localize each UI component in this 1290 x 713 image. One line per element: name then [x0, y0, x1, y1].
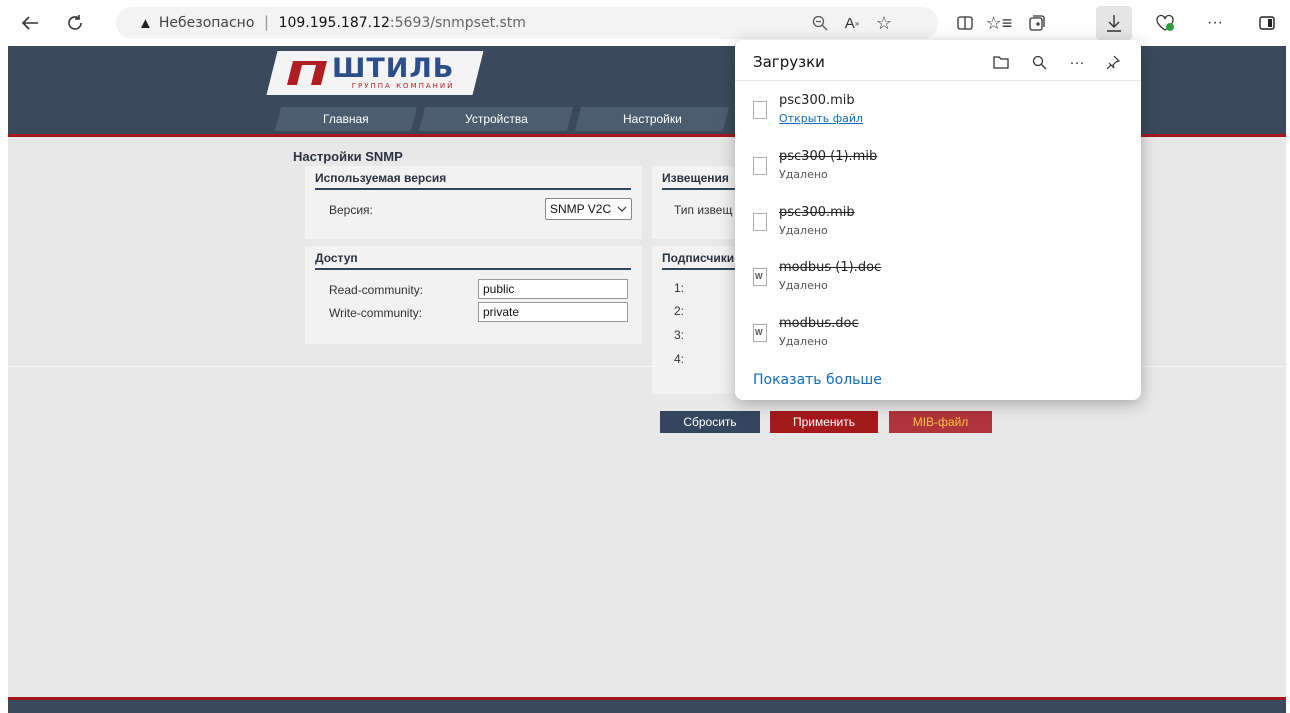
collections-icon[interactable]: [1023, 9, 1051, 37]
download-status: Удалено: [779, 168, 828, 181]
subscriber-label: 2:: [674, 304, 685, 318]
write-community-input[interactable]: private: [478, 302, 628, 322]
file-icon: [753, 213, 767, 231]
read-community-input[interactable]: public: [478, 279, 628, 299]
download-file-name: modbus.doc: [779, 316, 859, 331]
download-file-name: psc300.mib: [779, 93, 855, 108]
download-file-name: psc300 (1).mib: [779, 149, 878, 164]
subscriber-label: 3:: [674, 328, 685, 342]
download-file-name: modbus (1).doc: [779, 260, 882, 275]
site-footer: [8, 697, 1286, 713]
nav-tab-home[interactable]: Главная: [275, 107, 417, 131]
file-icon: [753, 157, 767, 175]
mib-file-button[interactable]: MIB-файл: [889, 411, 992, 433]
download-status: Удалено: [779, 279, 828, 292]
download-status: Удалено: [779, 335, 828, 348]
download-item[interactable]: psc300.mib Удалено: [735, 205, 1141, 255]
back-icon[interactable]: [16, 9, 44, 37]
more-icon[interactable]: ···: [1201, 9, 1229, 37]
open-file-link[interactable]: Открыть файл: [779, 112, 863, 125]
subscriber-label: 4:: [674, 352, 685, 366]
logo-word: ШТИЛЬ: [332, 53, 455, 84]
reset-button[interactable]: Сбросить: [660, 411, 760, 433]
split-screen-icon[interactable]: [951, 9, 979, 37]
doc-file-icon: [753, 324, 767, 342]
download-item[interactable]: modbus (1).doc Удалено: [735, 260, 1141, 310]
warning-icon: ▲: [138, 14, 153, 32]
chevron-down-icon: [617, 206, 627, 212]
open-folder-icon[interactable]: [989, 50, 1013, 74]
nav-tab-label: Главная: [323, 112, 369, 126]
search-icon[interactable]: [1027, 50, 1051, 74]
url-host: 109.195.187.12: [278, 15, 390, 31]
doc-file-icon: [753, 268, 767, 286]
show-more-link[interactable]: Показать больше: [753, 372, 882, 388]
notification-type-label: Тип извещ: [674, 203, 733, 217]
address-separator: |: [264, 14, 269, 31]
pin-icon[interactable]: [1100, 50, 1124, 74]
download-item[interactable]: modbus.doc Удалено: [735, 316, 1141, 366]
nav-tab-label: Устройства: [464, 112, 528, 126]
flyout-separator: [735, 80, 1141, 81]
subscriber-label: 1:: [674, 281, 685, 295]
more-options-icon[interactable]: ···: [1065, 50, 1089, 74]
downloads-title: Загрузки: [753, 53, 825, 71]
nav-tab-settings[interactable]: Настройки: [575, 107, 729, 131]
favorites-list-icon[interactable]: ☆≡: [985, 9, 1013, 37]
read-community-label: Read-community:: [329, 283, 424, 297]
sidebar-icon[interactable]: [1253, 9, 1281, 37]
apply-button[interactable]: Применить: [770, 411, 878, 433]
page-title: Настройки SNMP: [293, 149, 403, 164]
download-item[interactable]: psc300.mib Открыть файл: [735, 93, 1141, 143]
write-community-label: Write-community:: [329, 306, 423, 320]
logo-mark-icon: [287, 61, 327, 85]
performance-icon[interactable]: [1151, 9, 1179, 37]
version-select-value: SNMP V2C: [550, 202, 612, 216]
url-path: :5693/snmpset.stm: [389, 15, 526, 31]
security-label: Небезопасно: [158, 15, 255, 31]
reload-icon[interactable]: [61, 9, 89, 37]
access-heading: Доступ: [315, 251, 631, 270]
download-item[interactable]: psc300 (1).mib Удалено: [735, 149, 1141, 199]
favorite-icon[interactable]: ☆: [870, 9, 898, 37]
nav-tab-label: Настройки: [622, 112, 682, 126]
site-logo[interactable]: ШТИЛЬ ГРУППА КОМПАНИЙ: [266, 51, 484, 95]
nav-tab-devices[interactable]: Устройства: [419, 107, 573, 131]
download-status: Удалено: [779, 224, 828, 237]
version-select[interactable]: SNMP V2C: [545, 198, 633, 220]
version-label: Версия:: [329, 203, 373, 217]
downloads-flyout: Загрузки ··· psc300.mib Открыть файл psc…: [735, 40, 1141, 400]
version-panel: Используемая версия Версия: SNMP V2C: [305, 166, 642, 239]
download-file-name: psc300.mib: [779, 205, 855, 220]
download-icon[interactable]: [1100, 9, 1128, 37]
access-panel: Доступ Read-community: public Write-comm…: [305, 246, 642, 344]
file-icon: [753, 101, 767, 119]
version-heading: Используемая версия: [315, 171, 631, 190]
zoom-icon[interactable]: [806, 9, 834, 37]
read-aloud-icon[interactable]: A»: [838, 9, 866, 37]
